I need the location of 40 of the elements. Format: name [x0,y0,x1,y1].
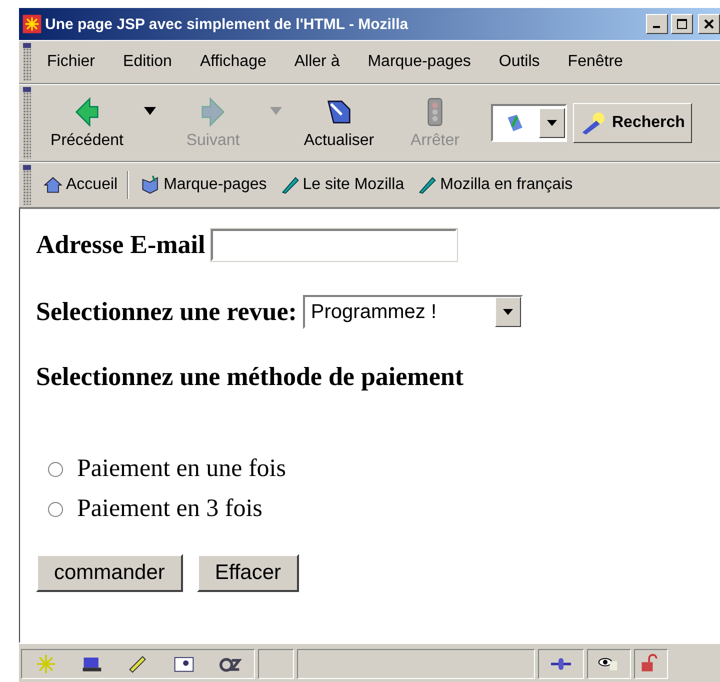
radio-button[interactable] [48,462,63,476]
radio-label: Paiement en 3 fois [77,495,262,523]
maximize-button[interactable] [671,14,693,34]
toolbar-grip[interactable] [23,165,31,205]
radio-label: Paiement en une fois [77,455,286,483]
close-button[interactable] [698,14,720,34]
bookmark-link[interactable]: Mozilla en français [413,174,576,196]
caret-icon[interactable] [144,107,156,115]
menu-item[interactable]: Fenêtre [560,51,631,73]
menu-item[interactable]: Outils [490,51,548,73]
menu-item[interactable]: Edition [115,51,180,73]
url-combo[interactable] [491,104,567,142]
maximize-icon [677,19,687,29]
home-link[interactable]: Accueil [39,174,121,196]
submit-button[interactable]: commander [36,554,183,592]
menu-item[interactable]: Aller à [286,51,348,73]
caret-icon [547,120,557,126]
menu-item[interactable]: Marque-pages [360,51,479,73]
bookmark-link[interactable]: Marque-pages [136,174,270,196]
back-button[interactable]: Précédent [39,96,135,150]
field-label: Adresse E-mail [36,230,206,260]
section-heading: Selectionnez une méthode de paiement [36,362,464,392]
close-icon [704,19,714,29]
bookmark-link[interactable]: Le site Mozilla [276,174,408,196]
radio-button[interactable] [48,502,63,516]
menu-item[interactable]: Affichage [192,51,274,73]
reload-button[interactable]: Actualiser [291,96,387,150]
app-logo-icon [22,14,42,34]
caret-icon [502,309,513,315]
menu-item[interactable]: Fichier [39,51,104,73]
window-title: Une page JSP avec simplement de l'HTML - Mozilla [45,16,410,32]
minimize-button[interactable] [646,14,668,34]
status-panel [258,649,294,679]
toolbar-grip[interactable] [23,87,31,159]
toolbar-grip[interactable] [23,43,31,81]
reset-button[interactable]: Effacer [196,554,300,592]
email-field[interactable] [211,229,458,261]
search-button[interactable]: Recherch [573,103,692,143]
review-dropdown[interactable]: Programmez ! [302,295,523,329]
field-label: Selectionnez une revue: [36,297,297,327]
